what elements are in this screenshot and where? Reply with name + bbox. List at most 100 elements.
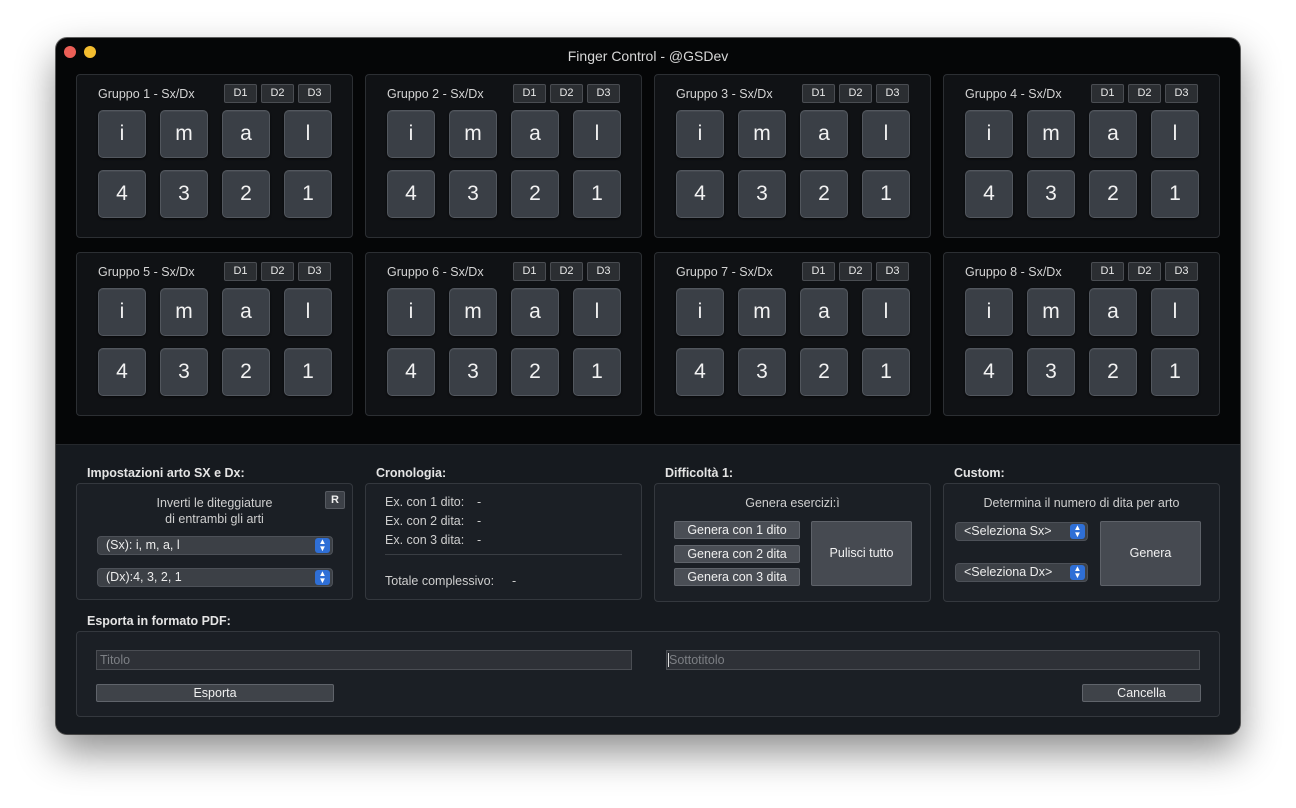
group-5-finger-button[interactable]: 3 <box>160 348 208 396</box>
group-1-finger-button[interactable]: 4 <box>98 170 146 218</box>
group-4-finger-button[interactable]: l <box>1151 110 1199 158</box>
group-4-d1-button[interactable]: D1 <box>1091 84 1124 103</box>
group-4-finger-button[interactable]: m <box>1027 110 1075 158</box>
group-3-d3-button[interactable]: D3 <box>876 84 909 103</box>
group-4-d3-button[interactable]: D3 <box>1165 84 1198 103</box>
pdf-subtitle-input[interactable] <box>666 650 1200 670</box>
group-8-d1-button[interactable]: D1 <box>1091 262 1124 281</box>
group-2-d2-button[interactable]: D2 <box>550 84 583 103</box>
generate-3-fingers-button[interactable]: Genera con 3 dita <box>674 568 800 586</box>
group-2-d1-button[interactable]: D1 <box>513 84 546 103</box>
group-4-d2-button[interactable]: D2 <box>1128 84 1161 103</box>
group-5-finger-button[interactable]: l <box>284 288 332 336</box>
group-3-finger-button[interactable]: m <box>738 110 786 158</box>
group-3-finger-button[interactable]: l <box>862 110 910 158</box>
group-8-finger-button[interactable]: 2 <box>1089 348 1137 396</box>
group-2-finger-button[interactable]: l <box>573 110 621 158</box>
sx-fingering-select[interactable]: (Sx): i, m, a, l ▲ ▼ <box>97 536 333 555</box>
group-7-d3-button[interactable]: D3 <box>876 262 909 281</box>
group-6-d1-button[interactable]: D1 <box>513 262 546 281</box>
group-6-finger-button[interactable]: a <box>511 288 559 336</box>
group-8-finger-button[interactable]: i <box>965 288 1013 336</box>
group-2-finger-button[interactable]: 3 <box>449 170 497 218</box>
group-4-finger-button[interactable]: 1 <box>1151 170 1199 218</box>
group-2-finger-button[interactable]: 1 <box>573 170 621 218</box>
group-7-finger-button[interactable]: l <box>862 288 910 336</box>
group-6-finger-button[interactable]: 4 <box>387 348 435 396</box>
group-5-d2-button[interactable]: D2 <box>261 262 294 281</box>
dx-fingering-select[interactable]: (Dx):4, 3, 2, 1 ▲ ▼ <box>97 568 333 587</box>
group-6-finger-button[interactable]: 3 <box>449 348 497 396</box>
group-8-finger-button[interactable]: a <box>1089 288 1137 336</box>
group-1-finger-button[interactable]: m <box>160 110 208 158</box>
group-7-d1-button[interactable]: D1 <box>802 262 835 281</box>
cancel-button[interactable]: Cancella <box>1082 684 1201 702</box>
group-8-finger-button[interactable]: 1 <box>1151 348 1199 396</box>
group-8-d2-button[interactable]: D2 <box>1128 262 1161 281</box>
group-3-d1-button[interactable]: D1 <box>802 84 835 103</box>
group-4-finger-button[interactable]: 3 <box>1027 170 1075 218</box>
group-6-finger-button[interactable]: m <box>449 288 497 336</box>
group-6-d2-button[interactable]: D2 <box>550 262 583 281</box>
generate-1-finger-button[interactable]: Genera con 1 dito <box>674 521 800 539</box>
group-3-finger-button[interactable]: i <box>676 110 724 158</box>
group-6-finger-button[interactable]: l <box>573 288 621 336</box>
group-6-finger-button[interactable]: 2 <box>511 348 559 396</box>
group-5-finger-button[interactable]: 4 <box>98 348 146 396</box>
group-8-d3-button[interactable]: D3 <box>1165 262 1198 281</box>
group-3-d2-button[interactable]: D2 <box>839 84 872 103</box>
group-3-finger-button[interactable]: 4 <box>676 170 724 218</box>
group-2-finger-button[interactable]: m <box>449 110 497 158</box>
group-4-finger-button[interactable]: i <box>965 110 1013 158</box>
group-6-finger-button[interactable]: i <box>387 288 435 336</box>
group-5-finger-button[interactable]: 1 <box>284 348 332 396</box>
group-7-finger-button[interactable]: 2 <box>800 348 848 396</box>
group-4-finger-button[interactable]: a <box>1089 110 1137 158</box>
group-7-finger-button[interactable]: m <box>738 288 786 336</box>
group-5-d1-button[interactable]: D1 <box>224 262 257 281</box>
group-5-finger-button[interactable]: 2 <box>222 348 270 396</box>
group-6-finger-button[interactable]: 1 <box>573 348 621 396</box>
group-2-d3-button[interactable]: D3 <box>587 84 620 103</box>
group-2-finger-button[interactable]: i <box>387 110 435 158</box>
group-1-d3-button[interactable]: D3 <box>298 84 331 103</box>
group-1-d1-button[interactable]: D1 <box>224 84 257 103</box>
group-5-finger-button[interactable]: m <box>160 288 208 336</box>
group-8-finger-button[interactable]: 4 <box>965 348 1013 396</box>
group-7-finger-button[interactable]: a <box>800 288 848 336</box>
group-2-finger-button[interactable]: 2 <box>511 170 559 218</box>
group-2-finger-button[interactable]: a <box>511 110 559 158</box>
group-4-finger-button[interactable]: 4 <box>965 170 1013 218</box>
group-5-finger-button[interactable]: i <box>98 288 146 336</box>
reset-button[interactable]: R <box>325 491 345 509</box>
group-5-d3-button[interactable]: D3 <box>298 262 331 281</box>
group-1-finger-button[interactable]: 3 <box>160 170 208 218</box>
group-1-finger-button[interactable]: l <box>284 110 332 158</box>
group-8-finger-button[interactable]: m <box>1027 288 1075 336</box>
group-3-finger-button[interactable]: 3 <box>738 170 786 218</box>
custom-sx-select[interactable]: <Seleziona Sx> ▲ ▼ <box>955 522 1088 541</box>
group-3-finger-button[interactable]: 1 <box>862 170 910 218</box>
export-button[interactable]: Esporta <box>96 684 334 702</box>
custom-dx-select[interactable]: <Seleziona Dx> ▲ ▼ <box>955 563 1088 582</box>
group-3-finger-button[interactable]: 2 <box>800 170 848 218</box>
group-6-d3-button[interactable]: D3 <box>587 262 620 281</box>
group-1-finger-button[interactable]: a <box>222 110 270 158</box>
group-2-finger-button[interactable]: 4 <box>387 170 435 218</box>
group-1-d2-button[interactable]: D2 <box>261 84 294 103</box>
group-1-finger-button[interactable]: 1 <box>284 170 332 218</box>
group-7-finger-button[interactable]: 3 <box>738 348 786 396</box>
group-7-finger-button[interactable]: i <box>676 288 724 336</box>
group-5-finger-button[interactable]: a <box>222 288 270 336</box>
custom-generate-button[interactable]: Genera <box>1100 521 1201 586</box>
group-1-finger-button[interactable]: 2 <box>222 170 270 218</box>
pdf-title-input[interactable] <box>96 650 632 670</box>
group-7-finger-button[interactable]: 4 <box>676 348 724 396</box>
group-8-finger-button[interactable]: 3 <box>1027 348 1075 396</box>
group-3-finger-button[interactable]: a <box>800 110 848 158</box>
generate-2-fingers-button[interactable]: Genera con 2 dita <box>674 545 800 563</box>
group-7-d2-button[interactable]: D2 <box>839 262 872 281</box>
group-1-finger-button[interactable]: i <box>98 110 146 158</box>
group-8-finger-button[interactable]: l <box>1151 288 1199 336</box>
group-4-finger-button[interactable]: 2 <box>1089 170 1137 218</box>
